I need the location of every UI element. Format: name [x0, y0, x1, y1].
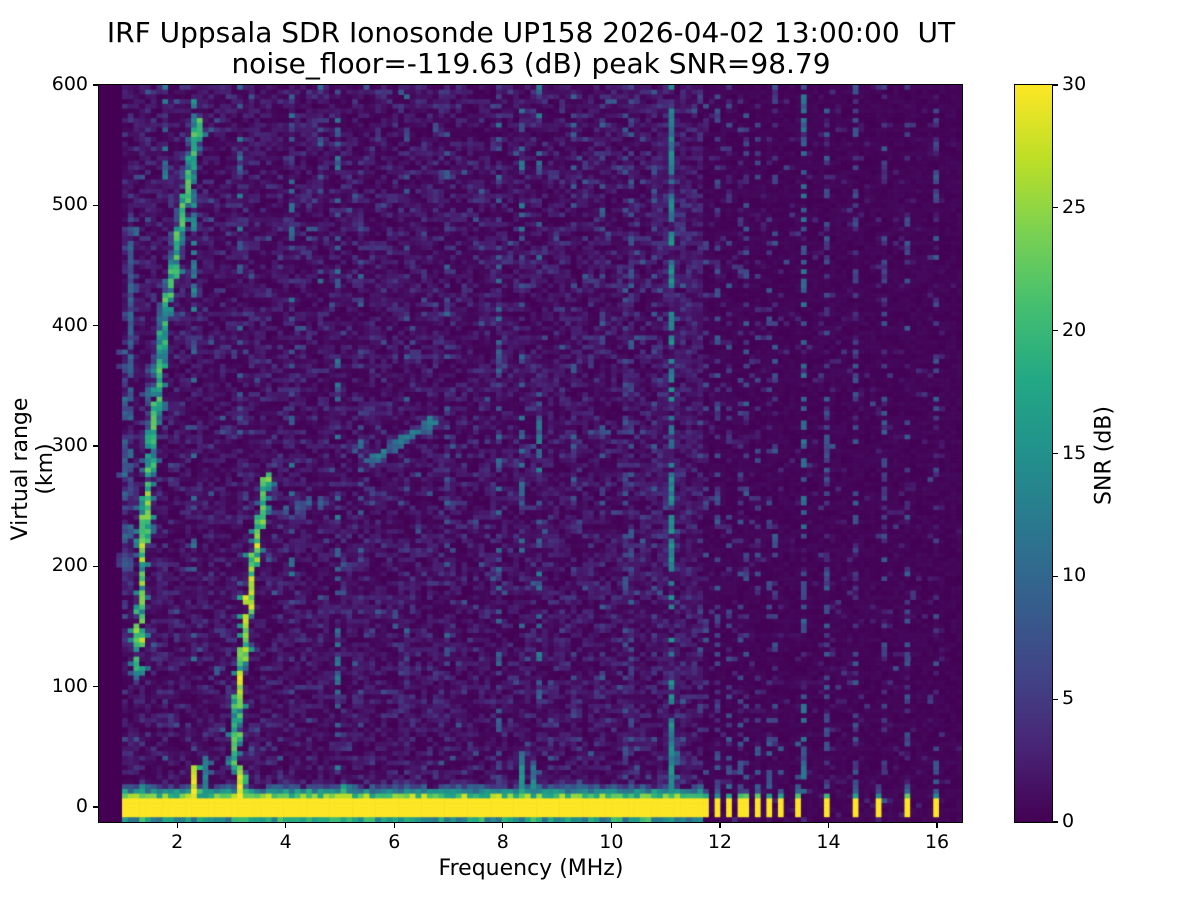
y-tick-mark: [93, 445, 99, 447]
x-tick-label: 14: [816, 831, 841, 853]
colorbar-tick-label: 20: [1062, 318, 1087, 341]
y-tick-label: 600: [51, 73, 88, 95]
y-tick-mark: [93, 565, 99, 567]
colorbar-tick-label: 0: [1062, 810, 1075, 832]
colorbar-tick-label: 25: [1062, 195, 1087, 218]
y-tick-mark: [93, 204, 99, 206]
colorbar-tick-label: 10: [1062, 564, 1087, 587]
x-tick-mark: [610, 822, 612, 828]
y-tick-label: 100: [51, 674, 88, 697]
colorbar-tick-label: 5: [1062, 687, 1075, 710]
y-tick-label: 0: [75, 794, 88, 817]
colorbar-tick-mark: [1052, 575, 1058, 577]
colorbar-tick-label: 15: [1062, 441, 1087, 464]
colorbar: [1013, 83, 1053, 823]
colorbar-tick-mark: [1052, 207, 1058, 209]
x-tick-label: 6: [388, 831, 401, 853]
y-tick-label: 200: [51, 554, 88, 577]
x-tick-mark: [393, 822, 395, 828]
plot-title-line1: IRF Uppsala SDR Ionosonde UP158 2026-04-…: [106, 16, 956, 49]
ionogram-heatmap: [99, 85, 962, 822]
plot-title-line2: noise_floor=-119.63 (dB) peak SNR=98.79: [231, 47, 831, 80]
x-tick-label: 2: [171, 831, 184, 853]
y-tick-mark: [93, 325, 99, 327]
x-tick-mark: [502, 822, 504, 828]
x-axis-label: Frequency (MHz): [438, 856, 624, 881]
x-tick-label: 10: [599, 831, 624, 853]
ionogram-figure: { "figure": { "title_line1": "IRF Uppsal…: [0, 0, 1200, 900]
colorbar-tick-label: 30: [1062, 73, 1087, 95]
x-tick-mark: [719, 822, 721, 828]
colorbar-tick-mark: [1052, 698, 1058, 700]
y-tick-mark: [93, 84, 99, 86]
colorbar-tick-mark: [1052, 452, 1058, 455]
y-axis-label: Virtual range (km): [8, 397, 58, 541]
y-tick-label: 300: [51, 433, 88, 456]
x-tick-label: 8: [496, 831, 509, 853]
y-tick-label: 500: [51, 193, 88, 216]
x-tick-label: 12: [707, 831, 733, 853]
colorbar-tick-mark: [1052, 821, 1058, 823]
y-tick-mark: [93, 686, 99, 688]
colorbar-tick-mark: [1052, 84, 1058, 86]
y-tick-label: 400: [51, 313, 88, 336]
x-tick-mark: [285, 822, 287, 828]
colorbar-tick-mark: [1052, 330, 1058, 332]
x-tick-mark: [176, 822, 178, 828]
x-tick-mark: [936, 822, 938, 828]
x-tick-label: 16: [924, 831, 950, 853]
x-tick-label: 4: [279, 831, 292, 853]
y-tick-mark: [93, 806, 99, 808]
x-tick-mark: [827, 822, 830, 828]
